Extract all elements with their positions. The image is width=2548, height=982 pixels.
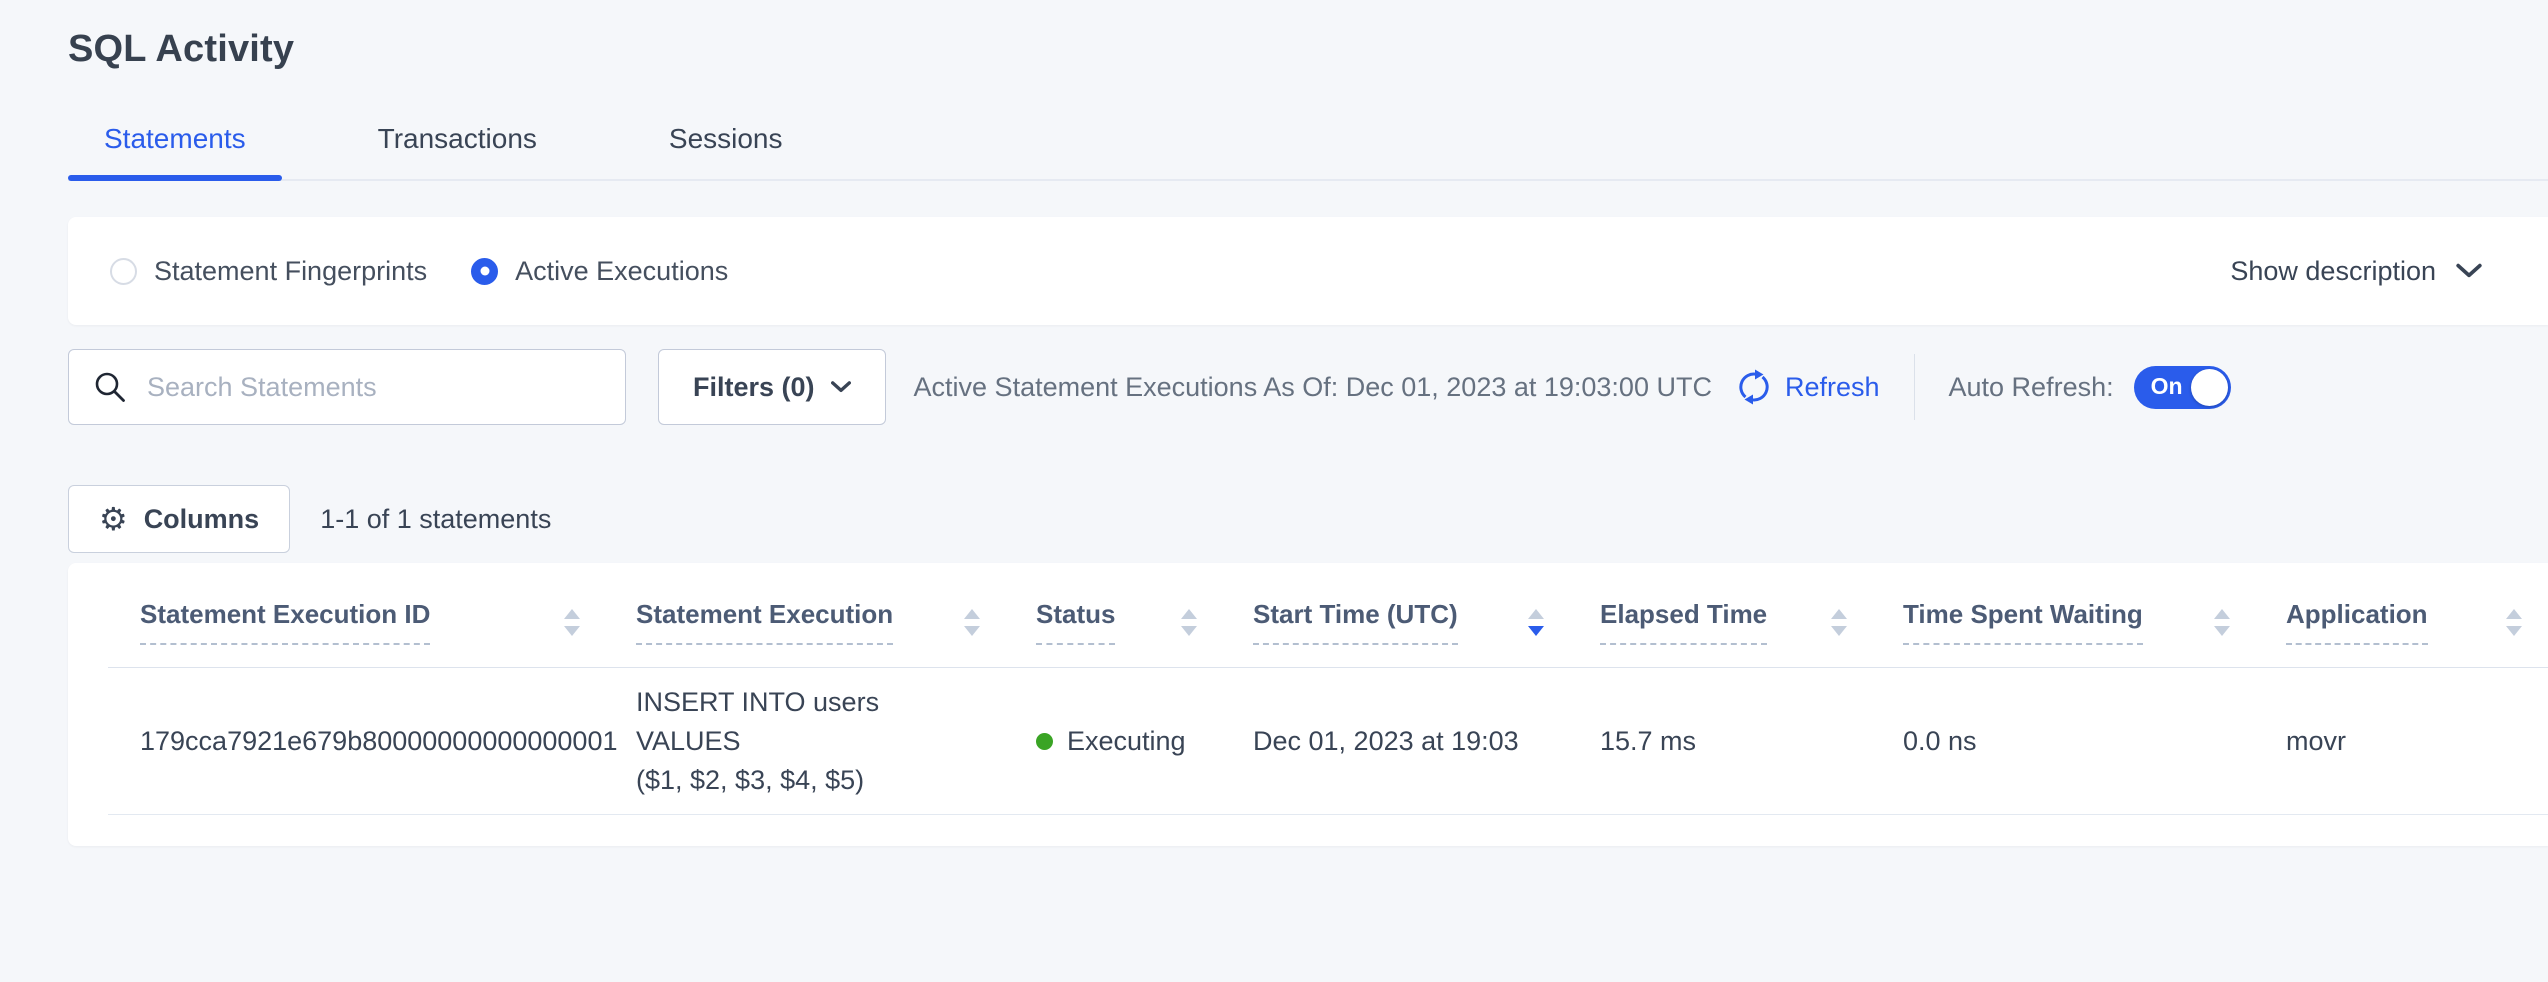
sort-caret-icon[interactable] — [1181, 609, 1197, 636]
refresh-button[interactable]: Refresh — [1736, 369, 1880, 405]
column-header-label: Time Spent Waiting — [1903, 599, 2143, 645]
sort-caret-icon[interactable] — [2214, 609, 2230, 636]
status-label: Executing — [1067, 726, 1186, 757]
columns-button-label: Columns — [144, 504, 260, 535]
tab-sessions-label: Sessions — [669, 123, 783, 154]
filters-button[interactable]: Filters (0) — [658, 349, 886, 425]
active-executions-table: Statement Execution ID Statement Executi… — [108, 563, 2548, 815]
sort-caret-icon[interactable] — [1528, 609, 1544, 636]
column-header-label: Statement Execution ID — [140, 599, 430, 645]
cell-execution-id[interactable]: 179cca7921e679b80000000000000001 — [108, 668, 636, 815]
column-header-status[interactable]: Status — [1036, 563, 1253, 668]
radio-statement-fingerprints[interactable]: Statement Fingerprints — [110, 256, 427, 287]
status-dot-icon — [1036, 733, 1053, 750]
cell-statement[interactable]: INSERT INTO users VALUES ($1, $2, $3, $4… — [636, 668, 1036, 815]
search-box[interactable] — [68, 349, 626, 425]
column-header-elapsed-time[interactable]: Elapsed Time — [1600, 563, 1903, 668]
columns-button[interactable]: ⚙ Columns — [68, 485, 290, 553]
sort-caret-icon[interactable] — [2506, 609, 2522, 636]
table-header-row: Statement Execution ID Statement Executi… — [108, 563, 2548, 668]
table-controls-row: ⚙ Columns 1-1 of 1 statements — [68, 485, 2548, 553]
auto-refresh-toggle-state: On — [2151, 373, 2183, 400]
radio-circle-icon[interactable] — [110, 258, 137, 285]
toolbar-divider — [1914, 354, 1915, 420]
as-of-timestamp: Active Statement Executions As Of: Dec 0… — [914, 372, 1712, 403]
column-header-start-time[interactable]: Start Time (UTC) — [1253, 563, 1600, 668]
tab-bar: Statements Transactions Sessions — [68, 123, 2548, 181]
show-description-label: Show description — [2230, 256, 2436, 287]
page-title: SQL Activity — [68, 28, 2548, 71]
column-header-label: Status — [1036, 599, 1115, 645]
column-header-label: Statement Execution — [636, 599, 893, 645]
auto-refresh-toggle[interactable]: On — [2134, 366, 2231, 409]
column-header-label: Elapsed Time — [1600, 599, 1767, 645]
gear-icon: ⚙ — [99, 503, 128, 535]
search-input[interactable] — [145, 371, 601, 404]
tab-transactions[interactable]: Transactions — [342, 123, 573, 179]
show-description-toggle[interactable]: Show description — [2230, 256, 2482, 287]
cell-elapsed-time: 15.7 ms — [1600, 668, 1903, 815]
table-row[interactable]: 179cca7921e679b80000000000000001 INSERT … — [108, 668, 2548, 815]
auto-refresh-label: Auto Refresh: — [1949, 372, 2114, 403]
tab-sessions[interactable]: Sessions — [633, 123, 819, 179]
sort-caret-icon[interactable] — [964, 609, 980, 636]
chevron-down-icon — [2456, 263, 2482, 279]
result-count: 1-1 of 1 statements — [320, 504, 551, 535]
column-header-label: Start Time (UTC) — [1253, 599, 1458, 645]
radio-active-executions[interactable]: Active Executions — [471, 256, 728, 287]
column-header-application[interactable]: Application — [2286, 563, 2548, 668]
statements-toolbar: Filters (0) Active Statement Executions … — [68, 349, 2548, 425]
cell-time-spent-waiting: 0.0 ns — [1903, 668, 2286, 815]
refresh-icon — [1736, 369, 1772, 405]
cell-application: movr — [2286, 668, 2548, 815]
refresh-label: Refresh — [1785, 372, 1880, 403]
radio-statement-fingerprints-label: Statement Fingerprints — [154, 256, 427, 287]
tab-statements-label: Statements — [104, 123, 246, 154]
cell-start-time: Dec 01, 2023 at 19:03 — [1253, 668, 1600, 815]
tab-transactions-label: Transactions — [378, 123, 537, 154]
chevron-down-icon — [831, 381, 851, 393]
search-icon — [93, 370, 127, 404]
column-header-label: Application — [2286, 599, 2428, 645]
sort-caret-icon[interactable] — [1831, 609, 1847, 636]
sort-caret-icon[interactable] — [564, 609, 580, 636]
filters-button-label: Filters (0) — [693, 372, 815, 403]
statements-table-card: Statement Execution ID Statement Executi… — [68, 563, 2548, 846]
sql-activity-page: SQL Activity Statements Transactions Ses… — [0, 0, 2548, 846]
tab-statements[interactable]: Statements — [68, 123, 282, 179]
column-header-statement-execution-id[interactable]: Statement Execution ID — [108, 563, 636, 668]
cell-status: Executing — [1036, 668, 1253, 815]
statement-text: INSERT INTO users VALUES ($1, $2, $3, $4… — [636, 683, 980, 800]
radio-circle-icon[interactable] — [471, 258, 498, 285]
toggle-knob[interactable] — [2191, 369, 2228, 406]
column-header-statement-execution[interactable]: Statement Execution — [636, 563, 1036, 668]
column-header-time-spent-waiting[interactable]: Time Spent Waiting — [1903, 563, 2286, 668]
radio-active-executions-label: Active Executions — [515, 256, 728, 287]
view-mode-card: Statement Fingerprints Active Executions… — [68, 217, 2548, 325]
